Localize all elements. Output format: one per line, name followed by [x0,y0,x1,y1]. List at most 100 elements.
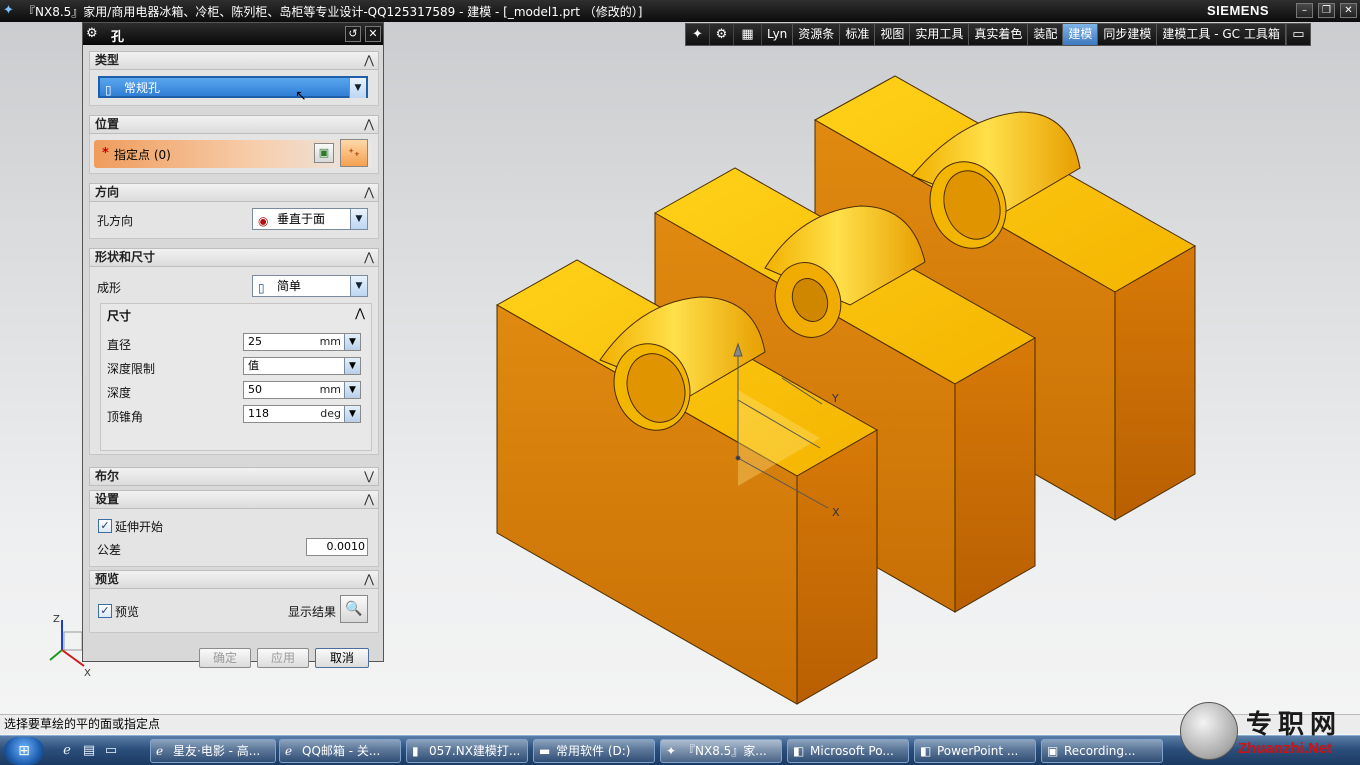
tab-assembly[interactable]: 装配 [1028,24,1064,45]
tab-standard[interactable]: 标准 [840,24,876,45]
tab-lyn[interactable]: Lyn [762,24,794,45]
collapse-icon[interactable]: ⋀ [364,116,374,133]
depth-limit-value: 值 [248,359,259,372]
ok-button[interactable]: 确定 [199,648,251,668]
collapse-icon[interactable]: ⋀ [364,571,374,588]
close-dialog-icon[interactable]: ✕ [365,26,381,42]
gear-icon[interactable]: ⚙ [710,24,734,45]
show-result-label: 显示结果 [288,605,337,619]
hole-dialog: ⚙ 孔 ↺ ✕ 类型 ⋀ ▯ 常规孔 ▼ ↖ 位置 ⋀ * 指定点 (0) ▣ … [82,22,384,668]
tip-angle-value: 118 [248,407,269,420]
windows-taskbar: ⊞ ℯ ▤ ▭ ℯ 星友·电影 - 高... ℯ QQ邮箱 - 关... ▮ 057.… [0,735,1360,765]
task-label: PowerPoint ... [937,744,1019,758]
taskbar-item[interactable]: ℯ QQ邮箱 - 关... [279,739,401,763]
simple-hole-icon: ▯ [258,281,265,295]
title-bar: ✦ 『NX8.5』家用/商用电器冰箱、冷柜、陈列柜、岛柜等专业设计-QQ1253… [0,0,1360,22]
position-section-header[interactable]: 位置 ⋀ [89,115,379,134]
preview-section-header[interactable]: 预览 ⋀ [89,570,379,589]
tolerance-field[interactable]: 0.0010 [306,538,368,556]
browser-icon: ℯ [156,744,164,758]
watermark-name: 专职网 [1246,710,1343,740]
depth-unit: mm [319,383,341,396]
chevron-down-icon[interactable]: ▼ [344,358,360,374]
hole-type-value: 常规孔 [124,81,161,95]
collapse-icon[interactable]: ⋀ [364,52,374,69]
diameter-field[interactable]: 25 mm ▼ [243,333,361,351]
cancel-button[interactable]: 取消 [315,648,369,668]
tip-angle-field[interactable]: 118 deg ▼ [243,405,361,423]
depth-field[interactable]: 50 mm ▼ [243,381,361,399]
start-button[interactable]: ⊞ [4,737,44,765]
chevron-down-icon[interactable]: ▼ [349,78,366,98]
taskbar-item[interactable]: ▣ Recording... [1041,739,1163,763]
chevron-down-icon[interactable]: ▼ [350,276,367,296]
taskbar-item[interactable]: ▮ 057.NX建模打... [406,739,528,763]
close-window-button[interactable]: ✕ [1340,3,1357,18]
direction-section-label: 方向 [95,185,120,199]
normal-to-face-icon: ◉ [258,214,269,228]
collapse-icon[interactable]: ⋀ [364,249,374,266]
form-dropdown[interactable]: ▯ 简单 ▼ [252,275,368,297]
boolean-section-header[interactable]: 布尔 ⋁ [89,467,379,486]
direction-section-header[interactable]: 方向 ⋀ [89,183,379,202]
collapse-icon[interactable]: ⋀ [364,491,374,508]
preview-checkbox[interactable]: ✓ [98,604,112,618]
collapse-icon[interactable]: ⋀ [364,184,374,201]
sketch-section-icon[interactable]: ▣ [314,143,334,163]
dialog-settings-icon[interactable]: ⚙ [86,26,102,41]
chevron-down-icon[interactable]: ▼ [350,209,367,229]
settings-section-header[interactable]: 设置 ⋀ [89,490,379,509]
tab-modeling[interactable]: 建模 [1063,24,1099,45]
arrow-down-icon[interactable]: ▼ [344,406,360,422]
form-section-header[interactable]: 形状和尺寸 ⋀ [89,248,379,267]
point-dialog-icon[interactable]: ⁺₊ [340,139,368,167]
drive-icon: ▬ [539,744,551,758]
hole-direction-dropdown[interactable]: ◉ 垂直于面 ▼ [252,208,368,230]
3d-viewport[interactable]: Y X [384,46,1360,714]
expand-icon[interactable]: ⋁ [364,468,374,485]
grid-icon[interactable]: ▦ [734,24,762,45]
tab-sync-modeling[interactable]: 同步建模 [1098,24,1158,45]
magnifier-icon[interactable]: 🔍 [340,595,368,623]
nx-app-icon[interactable]: ✦ [3,3,19,19]
arrow-down-icon[interactable]: ▼ [344,382,360,398]
tab-resource-bar[interactable]: 资源条 [793,24,841,45]
restore-button[interactable]: ❐ [1318,3,1335,18]
ribbon-options-icon[interactable]: ▭ [1285,24,1310,45]
task-label: 『NX8.5』家... [683,744,767,758]
tab-view[interactable]: 视图 [875,24,911,45]
depth-limit-dropdown[interactable]: 值 ▼ [243,357,361,375]
tab-utilities[interactable]: 实用工具 [910,24,970,45]
specify-point-label: 指定点 (0) [114,148,171,162]
form-value: 简单 [277,279,302,293]
hole-type-dropdown[interactable]: ▯ 常规孔 ▼ [98,76,368,98]
taskbar-item[interactable]: ◧ PowerPoint ... [914,739,1036,763]
taskbar-item[interactable]: ✦ 『NX8.5』家... [660,739,782,763]
apply-button[interactable]: 应用 [257,648,309,668]
switch-windows-icon[interactable]: ▭ [102,742,120,760]
nx-menu-icon[interactable]: ✦ [686,24,710,45]
preview-label: 预览 [115,605,140,619]
reset-icon[interactable]: ↺ [345,26,361,42]
tolerance-label: 公差 [97,543,122,557]
show-desktop-icon[interactable]: ▤ [80,742,98,760]
type-section-header[interactable]: 类型 ⋀ [89,51,379,70]
taskbar-item[interactable]: ▬ 常用软件 (D:) [533,739,655,763]
minimize-button[interactable]: – [1296,3,1313,18]
tip-angle-label: 顶锥角 [107,410,144,424]
triad-x-label: X [84,668,91,679]
ie-icon[interactable]: ℯ [58,742,76,760]
status-prompt: 选择要草绘的平的面或指定点 [4,717,161,731]
diameter-value: 25 [248,335,262,348]
arrow-down-icon[interactable]: ▼ [344,334,360,350]
triad-z-label: Z [53,614,60,625]
extend-start-checkbox[interactable]: ✓ [98,519,112,533]
tab-gc-toolkit[interactable]: 建模工具 - GC 工具箱 [1157,24,1286,45]
task-label: 星友·电影 - 高... [173,744,261,758]
collapse-icon[interactable]: ⋀ [355,306,365,320]
taskbar-item[interactable]: ◧ Microsoft Po... [787,739,909,763]
taskbar-item[interactable]: ℯ 星友·电影 - 高... [150,739,276,763]
tab-true-shading[interactable]: 真实着色 [969,24,1029,45]
type-section-label: 类型 [95,53,120,67]
hole-direction-value: 垂直于面 [277,212,326,226]
